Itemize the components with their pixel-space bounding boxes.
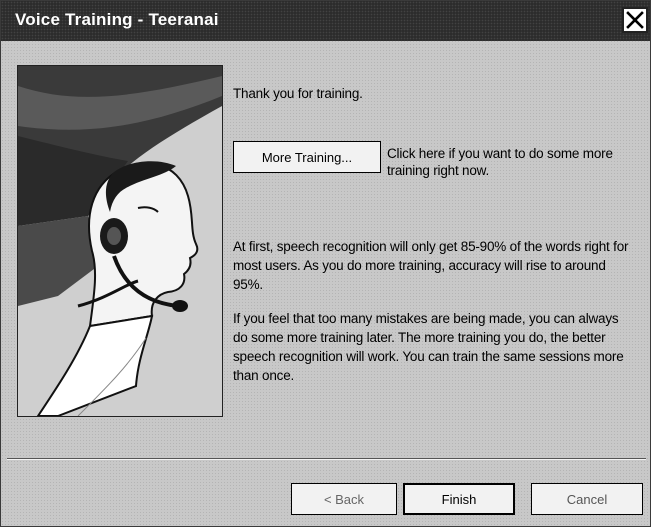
close-button[interactable] <box>622 7 648 33</box>
back-button[interactable]: < Back <box>291 483 397 515</box>
footer-separator <box>7 458 646 460</box>
headset-user-illustration <box>17 65 223 417</box>
voice-training-dialog: Voice Training - Teeranai Thank you for … <box>0 0 651 527</box>
title-bar: Voice Training - Teeranai <box>1 1 650 41</box>
cancel-button[interactable]: Cancel <box>531 483 643 515</box>
window-title: Voice Training - Teeranai <box>15 10 219 29</box>
finish-button[interactable]: Finish <box>403 483 515 515</box>
more-training-button[interactable]: More Training... <box>233 141 381 173</box>
more-training-hint: Click here if you want to do some more t… <box>387 146 613 178</box>
close-icon <box>626 11 644 29</box>
thanks-text: Thank you for training. <box>233 86 363 101</box>
accuracy-paragraph: At first, speech recognition will only g… <box>233 239 629 292</box>
more-training-paragraph: If you feel that too many mistakes are b… <box>233 311 624 383</box>
